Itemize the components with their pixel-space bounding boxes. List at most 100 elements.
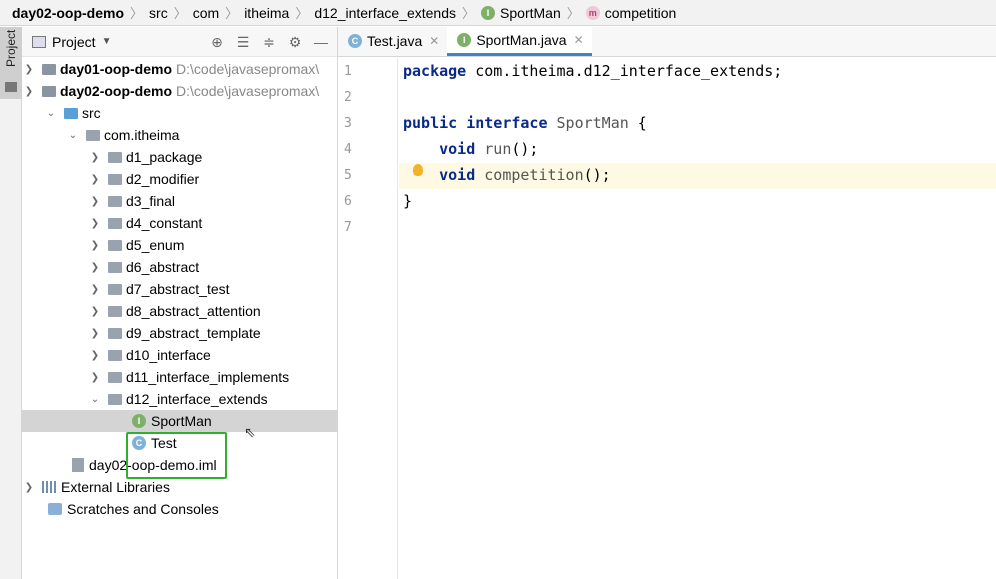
ide-window: day02-oop-demo 〉 src 〉 com 〉 itheima 〉 d12_i… xyxy=(0,0,996,579)
breadcrumb-label: competition xyxy=(604,4,677,21)
chevron-down-icon[interactable]: ▼ xyxy=(102,36,112,47)
code-token: { xyxy=(628,114,647,132)
folder-icon xyxy=(5,82,17,92)
line-number: 2 xyxy=(344,90,352,105)
tree-item-external-libraries[interactable]: ❯ External Libraries xyxy=(22,476,337,498)
code-line: void run(); xyxy=(403,140,538,158)
chevron-right-icon[interactable]: ❯ xyxy=(88,218,102,229)
type-name: SportMan xyxy=(556,114,629,132)
breadcrumb-item-project[interactable]: day02-oop-demo 〉 xyxy=(12,3,149,22)
close-icon[interactable]: ✕ xyxy=(574,33,584,47)
tree-item-package[interactable]: ❯ d2_modifier xyxy=(22,168,337,190)
module-path: D:\code\javasepromax\ xyxy=(176,61,320,77)
breadcrumb-item-package[interactable]: d12_interface_extends 〉 xyxy=(314,3,481,22)
tree-item-scratches[interactable]: Scratches and Consoles xyxy=(22,498,337,520)
tree-item-label: d12_interface_extends xyxy=(126,391,268,407)
line-number-gutter: 1 2 3 4 5 6 7 xyxy=(338,58,398,579)
breadcrumb: day02-oop-demo 〉 src 〉 com 〉 itheima 〉 d12_i… xyxy=(0,0,996,26)
project-tool-tab-label: Project xyxy=(4,29,18,67)
chevron-right-icon[interactable]: ❯ xyxy=(88,328,102,339)
project-panel-title[interactable]: Project xyxy=(52,34,96,50)
chevron-right-icon[interactable]: ❯ xyxy=(22,64,36,75)
package-icon xyxy=(108,217,122,229)
chevron-right-icon[interactable]: ❯ xyxy=(88,174,102,185)
breadcrumb-item-com[interactable]: com 〉 xyxy=(193,3,244,22)
tree-item-package[interactable]: ❯ d8_abstract_attention xyxy=(22,300,337,322)
breadcrumb-label: src xyxy=(149,4,168,21)
scratches-icon xyxy=(48,503,62,515)
chevron-down-icon[interactable]: ❯ xyxy=(22,86,36,97)
code-area[interactable]: package com.itheima.d12_interface_extend… xyxy=(399,58,996,579)
tab-sportman-java[interactable]: I SportMan.java ✕ xyxy=(447,26,592,56)
module-path: D:\code\javasepromax\ xyxy=(176,83,320,99)
chevron-right-icon[interactable]: ❯ xyxy=(88,350,102,361)
tree-item-src[interactable]: ⌄ src xyxy=(22,102,337,124)
chevron-right-icon[interactable]: ❯ xyxy=(88,240,102,251)
locate-icon[interactable]: ⊕ xyxy=(207,32,227,52)
tree-item-package-expanded[interactable]: ⌄ d12_interface_extends xyxy=(22,388,337,410)
tree-item-day02[interactable]: ❯ day02-oop-demo D:\code\javasepromax\ xyxy=(22,80,337,102)
code-token: } xyxy=(403,192,413,210)
tree-item-package[interactable]: ❯ d11_interface_implements xyxy=(22,366,337,388)
interface-icon: I xyxy=(481,5,496,20)
chevron-right-icon[interactable]: ❯ xyxy=(88,306,102,317)
line-number: 5 xyxy=(344,168,352,183)
tree-item-label: Scratches and Consoles xyxy=(67,501,219,517)
collapse-all-icon[interactable]: ≑ xyxy=(259,32,279,52)
chevron-right-icon[interactable]: ❯ xyxy=(88,196,102,207)
tree-item-label: d4_constant xyxy=(126,215,203,231)
close-icon[interactable]: ✕ xyxy=(429,34,439,48)
tree-item-com-itheima[interactable]: ⌄ com.itheima xyxy=(22,124,337,146)
code-token: . xyxy=(574,62,584,80)
code-token: (); xyxy=(583,166,611,184)
tree-item-package[interactable]: ❯ d10_interface xyxy=(22,344,337,366)
tree-item-label: day02-oop-demo xyxy=(60,83,173,99)
chevron-right-icon[interactable]: ❯ xyxy=(88,284,102,295)
expand-all-icon[interactable]: ☰ xyxy=(233,32,253,52)
tree-item-package[interactable]: ❯ d9_abstract_template xyxy=(22,322,337,344)
tree-item-package[interactable]: ❯ d7_abstract_test xyxy=(22,278,337,300)
breadcrumb-item-src[interactable]: src 〉 xyxy=(149,3,193,22)
tree-item-package[interactable]: ❯ d3_final xyxy=(22,190,337,212)
breadcrumb-item-itheima[interactable]: itheima 〉 xyxy=(244,3,314,22)
method-icon: m xyxy=(585,5,600,20)
package-icon xyxy=(108,283,122,295)
package-icon xyxy=(86,129,100,141)
project-tool-tab[interactable]: Project xyxy=(0,27,22,99)
project-panel-toolbar: ⊕ ☰ ≑ ⚙ — xyxy=(201,32,331,52)
tree-item-package[interactable]: ❯ d5_enum xyxy=(22,234,337,256)
code-line: } xyxy=(403,192,412,210)
source-folder-icon xyxy=(64,107,78,119)
chevron-right-icon: 〉 xyxy=(173,6,187,21)
tree-item-package[interactable]: ❯ d1_package xyxy=(22,146,337,168)
tree-item-package[interactable]: ❯ d4_constant xyxy=(22,212,337,234)
selection-highlight-box xyxy=(126,432,227,479)
chevron-down-icon[interactable]: ⌄ xyxy=(88,394,102,405)
chevron-right-icon[interactable]: ❯ xyxy=(88,262,102,273)
lightbulb-icon[interactable] xyxy=(413,164,423,176)
tree-item-label: src xyxy=(82,105,101,121)
code-token: com xyxy=(475,62,503,80)
chevron-down-icon[interactable]: ⌄ xyxy=(66,130,80,141)
package-icon xyxy=(108,393,122,405)
package-icon xyxy=(108,327,122,339)
chevron-right-icon[interactable]: ❯ xyxy=(22,482,36,493)
line-number: 4 xyxy=(344,142,352,157)
keyword: void xyxy=(439,140,476,158)
chevron-right-icon[interactable]: ❯ xyxy=(88,372,102,383)
breadcrumb-item-interface[interactable]: I SportMan 〉 xyxy=(481,3,586,22)
breadcrumb-item-method[interactable]: m competition xyxy=(585,4,677,21)
package-icon xyxy=(108,261,122,273)
tree-item-package[interactable]: ❯ d6_abstract xyxy=(22,256,337,278)
chevron-right-icon[interactable]: ❯ xyxy=(88,152,102,163)
tab-test-java[interactable]: C Test.java ✕ xyxy=(338,26,447,56)
package-icon xyxy=(108,239,122,251)
minimize-icon[interactable]: — xyxy=(311,32,331,52)
chevron-down-icon[interactable]: ⌄ xyxy=(44,108,58,119)
tree-item-day01[interactable]: ❯ day01-oop-demo D:\code\javasepromax\ xyxy=(22,58,337,80)
gear-icon[interactable]: ⚙ xyxy=(285,32,305,52)
tree-item-sportman[interactable]: I SportMan xyxy=(22,410,337,432)
tree-item-label: d8_abstract_attention xyxy=(126,303,261,319)
